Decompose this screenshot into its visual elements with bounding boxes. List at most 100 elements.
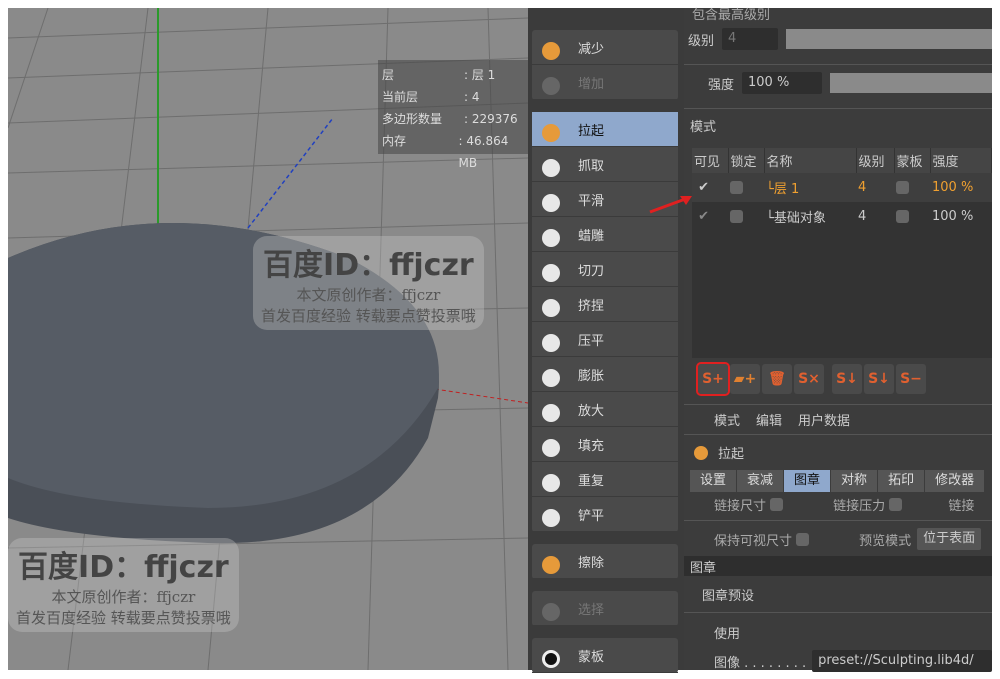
menu-user-data[interactable]: 用户数据 <box>798 410 850 429</box>
tab-2[interactable]: 图章 <box>784 470 832 492</box>
tab-0[interactable]: 设置 <box>690 470 738 492</box>
brush-icon <box>538 255 566 283</box>
stamp-section-header[interactable]: 图章 <box>690 557 716 576</box>
hud-value: : 229376 <box>464 112 518 126</box>
brush-icon <box>538 500 566 528</box>
tool-item[interactable]: 放大 <box>532 392 678 427</box>
delete-layer-icon[interactable]: 🗑 <box>762 364 792 394</box>
menu-mode[interactable]: 模式 <box>714 410 740 429</box>
keep-visible-size-checkbox[interactable] <box>796 532 810 546</box>
merge-down-icon[interactable]: S↓ <box>864 364 894 394</box>
tool-item[interactable]: 重复 <box>532 462 678 497</box>
col-strength[interactable]: 强度 <box>930 148 992 173</box>
brush-icon <box>538 360 566 388</box>
layer-name: 层 1 <box>773 182 800 197</box>
watermark-id: 百度ID：ffjczr <box>18 550 229 585</box>
tool-label: 选择 <box>578 602 605 618</box>
mask-checkbox[interactable] <box>896 210 909 223</box>
tool-item[interactable]: 挤捏 <box>532 287 678 322</box>
tool-item[interactable]: 填充 <box>532 427 678 462</box>
link-pressure-checkbox[interactable] <box>889 498 903 511</box>
lock-checkbox[interactable] <box>730 181 743 194</box>
red-arrow-annotation <box>649 196 692 214</box>
tool-label: 填充 <box>578 438 605 454</box>
hud-value: : 46.864 MB <box>458 134 509 170</box>
tool-label: 放大 <box>578 403 605 419</box>
hud-label: 当前层 <box>382 90 419 104</box>
col-mask[interactable]: 蒙板 <box>894 148 931 173</box>
preview-mode-label: 预览模式 <box>859 533 912 549</box>
tool-label: 增加 <box>578 76 605 92</box>
image-path-field[interactable]: preset://Sculpting.lib4d/ <box>812 650 992 672</box>
tool-item[interactable]: 膨胀 <box>532 357 678 392</box>
tab-4[interactable]: 拓印 <box>878 470 926 492</box>
tool-mask[interactable]: 蒙板 <box>532 638 678 673</box>
copy-layer-icon[interactable]: S↓ <box>832 364 862 394</box>
link-size-label: 链接尺寸 <box>714 499 767 514</box>
x-axis-line <box>427 387 528 404</box>
layer-level: 4 <box>858 180 867 195</box>
tool-label: 蜡雕 <box>578 228 605 244</box>
sculpt-tools-palette: 减少 增加 拉起 抓取 平滑 蜡雕 切刀 挤捏 压平 膨胀 放大 填充 重复 铲平 擦除 选择 蒙板 <box>528 8 684 673</box>
select-icon <box>538 594 566 622</box>
tool-item[interactable]: 压平 <box>532 322 678 357</box>
brush-name: 拉起 <box>718 446 745 462</box>
image-label: 图像 . . . . . . . . <box>714 655 807 671</box>
brush-icon <box>538 465 566 493</box>
col-lock[interactable]: 锁定 <box>728 148 765 173</box>
link-size-checkbox[interactable] <box>770 498 784 511</box>
add-layer-button[interactable]: S+ <box>696 362 730 396</box>
layer-row[interactable]: ✔ └基础对象 4 100 % <box>692 202 992 231</box>
tool-subdivide-increase[interactable]: 增加 <box>532 65 678 100</box>
tool-erase[interactable]: 擦除 <box>532 544 678 579</box>
brush-icon <box>538 115 566 143</box>
tool-label: 切刀 <box>578 263 605 279</box>
tool-item[interactable]: 抓取 <box>532 147 678 182</box>
lock-checkbox[interactable] <box>730 210 743 223</box>
tool-subdivide-decrease[interactable]: 减少 <box>532 30 678 65</box>
layer-level: 4 <box>858 209 867 224</box>
tab-3[interactable]: 对称 <box>831 470 879 492</box>
watermark: 百度ID：ffjczr 本文原创作者：ffjczr 首发百度经验 转载要点赞投票… <box>8 538 239 632</box>
tool-label: 抓取 <box>578 158 605 174</box>
use-label: 使用 <box>714 627 741 642</box>
include-top-level-checkbox[interactable]: 包含最高级别 <box>692 4 770 23</box>
hud-label: 多边形数量 <box>382 112 443 126</box>
add-folder-icon[interactable]: ▰+ <box>730 364 760 394</box>
link-pressure-label: 链接压力 <box>833 499 886 514</box>
menu-edit[interactable]: 编辑 <box>756 410 782 429</box>
clear-layer-icon[interactable]: S× <box>794 364 824 394</box>
tool-label: 蒙板 <box>578 649 605 665</box>
tool-item[interactable]: 拉起 <box>532 112 678 147</box>
tab-1[interactable]: 衰减 <box>737 470 785 492</box>
col-visible[interactable]: 可见 <box>692 148 729 173</box>
mode-section-label: 模式 <box>690 120 717 135</box>
preview-mode-dropdown[interactable]: 位于表面 <box>917 528 982 550</box>
hud-value: : 层 1 <box>464 68 496 82</box>
tool-item[interactable]: 蜡雕 <box>532 217 678 252</box>
strength-field[interactable]: 100 % <box>742 72 823 94</box>
strength-slider[interactable] <box>830 73 992 93</box>
erase-icon <box>538 547 566 575</box>
tool-label: 擦除 <box>578 555 605 571</box>
layer-row[interactable]: ✔ └层 1 4 100 % <box>692 173 992 202</box>
tool-label: 膨胀 <box>578 368 605 384</box>
3d-viewport[interactable]: 层: 层 1 当前层: 4 多边形数量: 229376 内存: 46.864 M… <box>8 8 528 670</box>
tool-item[interactable]: 铲平 <box>532 497 678 532</box>
viewport-hud: 层: 层 1 当前层: 4 多边形数量: 229376 内存: 46.864 M… <box>378 60 528 170</box>
layer-toolbar: S+ ▰+ 🗑 S× S↓ S↓ S− <box>684 362 992 396</box>
watermark: 百度ID：ffjczr 本文原创作者：ffjczr 首发百度经验 转载要点赞投票… <box>253 236 484 330</box>
col-level[interactable]: 级别 <box>856 148 895 173</box>
level-field[interactable]: 4 <box>722 28 779 50</box>
mask-checkbox[interactable] <box>896 181 909 194</box>
tab-5[interactable]: 修改器 <box>925 470 986 492</box>
brush-icon <box>538 325 566 353</box>
tool-item[interactable]: 切刀 <box>532 252 678 287</box>
tool-select[interactable]: 选择 <box>532 591 678 626</box>
mask-icon <box>538 641 566 669</box>
collapse-layer-icon[interactable]: S− <box>896 364 926 394</box>
watermark-author: 本文原创作者：ffjczr <box>296 286 441 304</box>
level-slider[interactable] <box>786 29 992 49</box>
brush-icon <box>538 395 566 423</box>
col-name[interactable]: 名称 <box>764 148 857 173</box>
